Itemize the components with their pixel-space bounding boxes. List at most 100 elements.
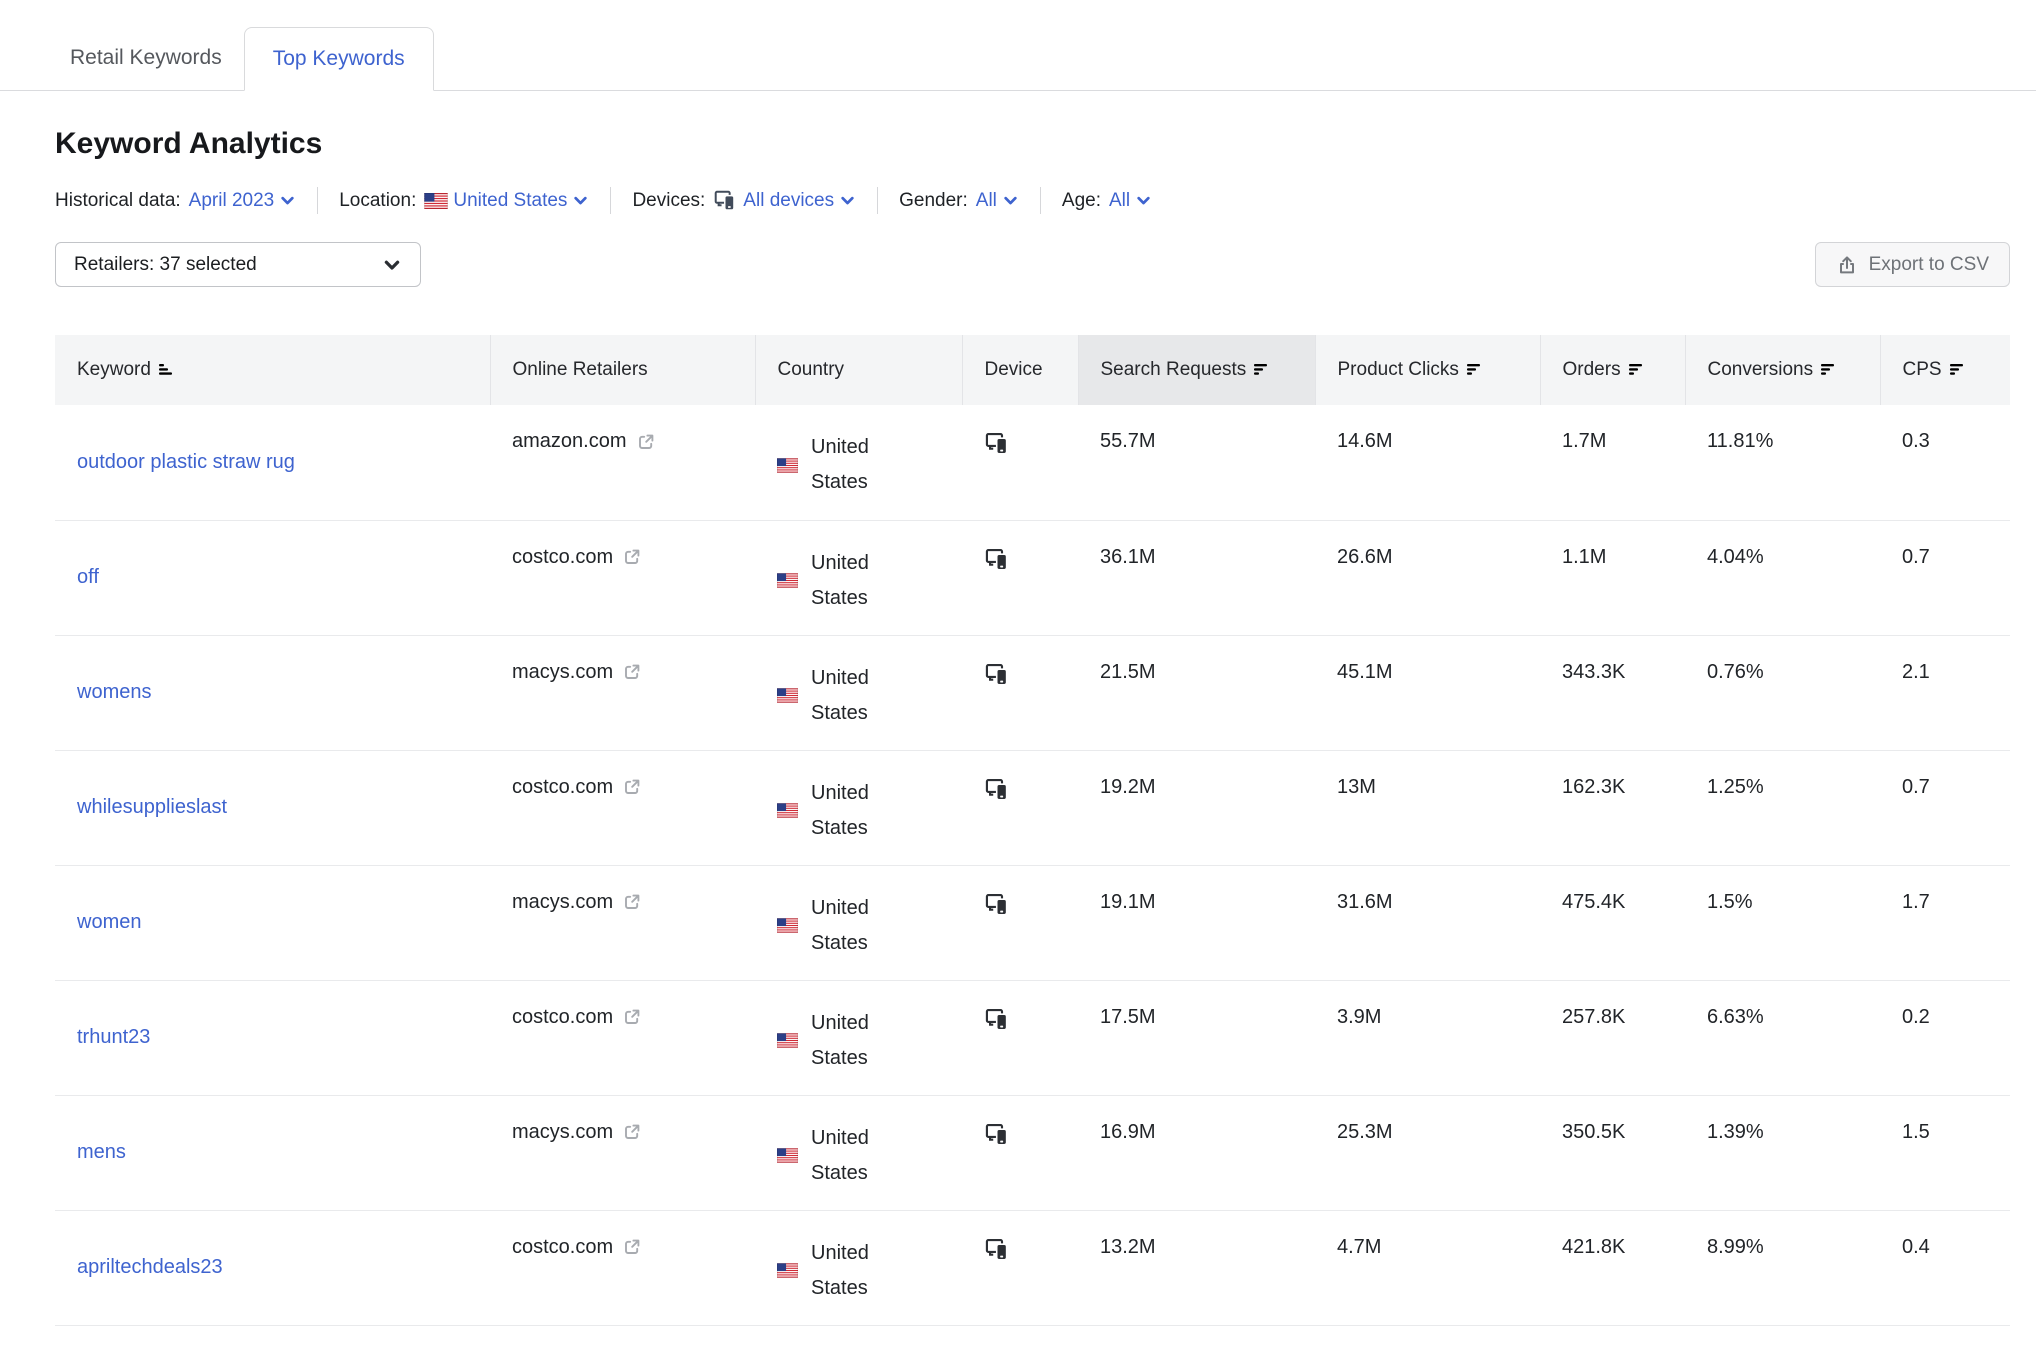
orders-value: 1.1M [1540, 520, 1685, 635]
external-link-icon[interactable] [622, 547, 642, 567]
age-value: All [1109, 190, 1130, 212]
tab-top-keywords[interactable]: Top Keywords [244, 27, 434, 91]
conversions-value: 11.81% [1685, 405, 1880, 520]
keyword-cell: whilesupplieslast [55, 750, 490, 865]
all-devices-icon [713, 188, 738, 213]
sort-icon [158, 361, 174, 377]
filter-divider [1040, 187, 1041, 214]
us-flag-icon [777, 688, 798, 703]
product-clicks-value: 31.6M [1315, 865, 1540, 980]
filter-age: Age: All [1062, 190, 1152, 212]
retailer-domain: costco.com [512, 1006, 613, 1029]
cps-value: 0.4 [1880, 1210, 2010, 1325]
keyword-link[interactable]: off [77, 566, 99, 588]
toolbar: Retailers: 37 selected Export to CSV [55, 242, 2010, 287]
retailer-cell: costco.com [490, 750, 755, 865]
sort-icon [1820, 361, 1836, 377]
device-cell [962, 1095, 1078, 1210]
all-devices-icon [984, 546, 1011, 573]
keyword-link[interactable]: women [77, 911, 141, 933]
filter-historical-data: Historical data: April 2023 [55, 190, 296, 212]
us-flag-icon [777, 573, 798, 588]
conversions-value: 1.5% [1685, 865, 1880, 980]
retailer-cell: costco.com [490, 980, 755, 1095]
column-header-orders[interactable]: Orders [1540, 335, 1685, 405]
table-header-row: Keyword Online Retailers Country Device … [55, 335, 2010, 405]
country-cell: United States [755, 1210, 962, 1325]
external-link-icon[interactable] [622, 1237, 642, 1257]
product-clicks-value: 4.7M [1315, 1210, 1540, 1325]
orders-value: 162.3K [1540, 750, 1685, 865]
column-header-conversions[interactable]: Conversions [1685, 335, 1880, 405]
country-name: United States [811, 776, 883, 846]
conversions-value: 0.76% [1685, 635, 1880, 750]
cps-value: 0.3 [1880, 405, 2010, 520]
historical-data-dropdown[interactable]: April 2023 [189, 190, 297, 212]
external-link-icon[interactable] [622, 662, 642, 682]
device-cell [962, 980, 1078, 1095]
column-header-cps[interactable]: CPS [1880, 335, 2010, 405]
country-cell: United States [755, 865, 962, 980]
external-link-icon[interactable] [622, 1007, 642, 1027]
device-cell [962, 520, 1078, 635]
chevron-down-icon [839, 192, 856, 209]
column-header-online-retailers[interactable]: Online Retailers [490, 335, 755, 405]
filter-divider [877, 187, 878, 214]
external-link-icon[interactable] [636, 432, 656, 452]
gender-dropdown[interactable]: All [976, 190, 1019, 212]
conversions-value: 1.25% [1685, 750, 1880, 865]
country-cell: United States [755, 980, 962, 1095]
age-dropdown[interactable]: All [1109, 190, 1152, 212]
product-clicks-value: 14.6M [1315, 405, 1540, 520]
keyword-link[interactable]: outdoor plastic straw rug [77, 451, 295, 473]
keyword-cell: women [55, 865, 490, 980]
devices-dropdown[interactable]: All devices [713, 188, 856, 213]
keyword-link[interactable]: womens [77, 681, 151, 703]
search-requests-value: 17.5M [1078, 980, 1315, 1095]
device-cell [962, 405, 1078, 520]
all-devices-icon [984, 1121, 1011, 1148]
keyword-link[interactable]: apriltechdeals23 [77, 1256, 223, 1278]
keyword-link[interactable]: mens [77, 1141, 126, 1163]
column-header-country[interactable]: Country [755, 335, 962, 405]
export-csv-button[interactable]: Export to CSV [1815, 242, 2010, 287]
retailer-domain: macys.com [512, 661, 613, 684]
external-link-icon[interactable] [622, 892, 642, 912]
keyword-link[interactable]: whilesupplieslast [77, 796, 227, 818]
tab-retail-keywords[interactable]: Retail Keywords [48, 26, 244, 90]
cps-value: 1.7 [1880, 865, 2010, 980]
keyword-link[interactable]: trhunt23 [77, 1026, 150, 1048]
retailers-dropdown[interactable]: Retailers: 37 selected [55, 242, 421, 287]
column-header-device[interactable]: Device [962, 335, 1078, 405]
gender-label: Gender: [899, 190, 968, 212]
devices-value: All devices [743, 190, 834, 212]
keyword-cell: outdoor plastic straw rug [55, 405, 490, 520]
device-cell [962, 635, 1078, 750]
column-header-keyword[interactable]: Keyword [55, 335, 490, 405]
keyword-cell: off [55, 520, 490, 635]
devices-label: Devices: [632, 190, 705, 212]
product-clicks-value: 13M [1315, 750, 1540, 865]
all-devices-icon [984, 776, 1011, 803]
column-header-product-clicks[interactable]: Product Clicks [1315, 335, 1540, 405]
us-flag-icon [424, 193, 448, 209]
location-dropdown[interactable]: United States [424, 190, 589, 212]
country-cell: United States [755, 520, 962, 635]
chevron-down-icon [1135, 192, 1152, 209]
main-content: Keyword Analytics Historical data: April… [0, 127, 2036, 1326]
keyword-cell: womens [55, 635, 490, 750]
country-name: United States [811, 661, 883, 731]
us-flag-icon [777, 918, 798, 933]
column-header-search-requests[interactable]: Search Requests [1078, 335, 1315, 405]
filter-gender: Gender: All [899, 190, 1019, 212]
retailer-domain: macys.com [512, 1121, 613, 1144]
table-row: off costco.com United States 36.1M 26.6M… [55, 520, 2010, 635]
retailer-cell: macys.com [490, 635, 755, 750]
country-name: United States [811, 1006, 883, 1076]
chevron-down-icon [279, 192, 296, 209]
external-link-icon[interactable] [622, 1122, 642, 1142]
search-requests-value: 55.7M [1078, 405, 1315, 520]
keyword-cell: apriltechdeals23 [55, 1210, 490, 1325]
country-name: United States [811, 1236, 883, 1306]
external-link-icon[interactable] [622, 777, 642, 797]
